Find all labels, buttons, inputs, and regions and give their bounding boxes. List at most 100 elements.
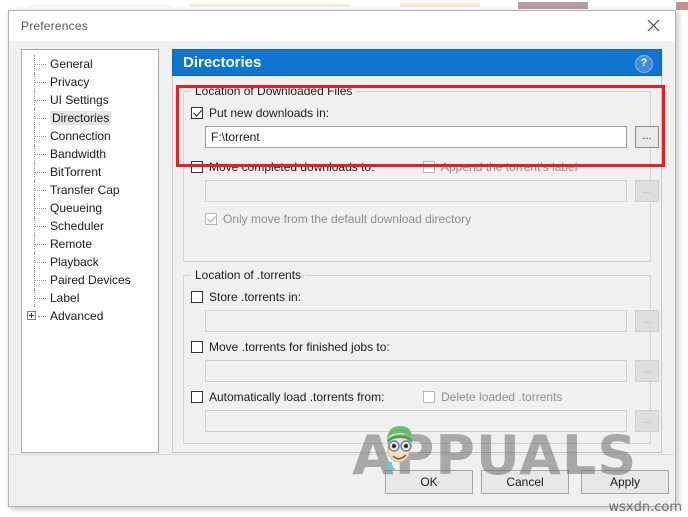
- sidebar-item-label: Playback: [50, 255, 99, 269]
- tree-connector: [34, 208, 46, 209]
- window-title: Preferences: [21, 19, 88, 33]
- tree-connector: [34, 298, 46, 299]
- checkbox-icon[interactable]: [191, 161, 203, 173]
- move-finished-path-input: [205, 360, 627, 382]
- sidebar-item-directories[interactable]: Directories: [22, 109, 158, 127]
- checkbox-move-completed-downloads[interactable]: Move completed downloads to:: [191, 160, 374, 174]
- sidebar-item-label: UI Settings: [50, 93, 109, 107]
- download-path-input[interactable]: F:\torrent: [205, 126, 627, 148]
- checkbox-only-move-default-dir: Only move from the default download dire…: [205, 212, 471, 226]
- sidebar-item-label: Directories: [50, 111, 112, 125]
- sidebar-item-label: Label: [50, 291, 80, 305]
- tree-connector: [34, 190, 46, 191]
- tree-connector: [34, 136, 46, 137]
- browse-move-finished-button: ...: [635, 360, 659, 382]
- sidebar-item-label: Queueing: [50, 201, 103, 215]
- sidebar-item-advanced[interactable]: Advanced: [22, 307, 158, 325]
- checkbox-icon[interactable]: [191, 291, 203, 303]
- dialog-button-bar: OK Cancel Apply: [9, 454, 675, 506]
- checkbox-auto-load-torrents[interactable]: Automatically load .torrents from:: [191, 390, 384, 404]
- move-completed-path-input: [205, 180, 627, 202]
- tree-connector: [34, 118, 46, 119]
- checkbox-label: Store .torrents in:: [209, 290, 302, 304]
- sidebar-item-queueing[interactable]: Queueing: [22, 199, 158, 217]
- cancel-button[interactable]: Cancel: [481, 470, 569, 494]
- store-torrents-path-input: [205, 310, 627, 332]
- browse-store-torrents-button: ...: [635, 310, 659, 332]
- browse-auto-load-button: ...: [635, 410, 659, 432]
- sidebar-item-ui-settings[interactable]: UI Settings: [22, 91, 158, 109]
- panel-content: Location of Downloaded Files Put new dow…: [172, 76, 662, 453]
- browse-download-path-button[interactable]: ...: [635, 126, 659, 148]
- background-streak: [30, 5, 170, 7]
- group-location-torrents: Location of .torrents Store .torrents in…: [183, 268, 659, 444]
- sidebar-item-general[interactable]: General: [22, 55, 158, 73]
- ok-button[interactable]: OK: [385, 470, 473, 494]
- checkbox-icon[interactable]: [191, 341, 203, 353]
- checkbox-label: Move completed downloads to:: [209, 160, 375, 174]
- tree-connector: [34, 64, 46, 65]
- checkbox-icon: [205, 213, 217, 225]
- close-icon[interactable]: [631, 11, 675, 40]
- checkbox-label: Put new downloads in:: [209, 106, 330, 120]
- checkbox-store-torrents-in[interactable]: Store .torrents in:: [191, 290, 301, 304]
- sidebar-item-remote[interactable]: Remote: [22, 235, 158, 253]
- expand-plus-icon[interactable]: [27, 311, 36, 320]
- tree-connector: [34, 172, 46, 173]
- settings-tree[interactable]: General Privacy UI Settings Directories: [21, 49, 159, 453]
- group-title-torrents: Location of .torrents: [191, 268, 306, 282]
- sidebar-item-label: General: [50, 57, 93, 71]
- divider: [10, 454, 674, 455]
- browse-move-completed-button: ...: [635, 180, 659, 202]
- page-title: Directories: [183, 54, 262, 71]
- auto-load-path-input: [205, 410, 627, 432]
- sidebar-item-label: Remote: [50, 237, 93, 251]
- sidebar-item-label: Privacy: [50, 75, 90, 89]
- checkbox-put-new-downloads-in[interactable]: Put new downloads in:: [191, 106, 329, 120]
- tree-connector: [34, 154, 46, 155]
- sidebar-item-label: Scheduler: [50, 219, 105, 233]
- tree-connector: [34, 244, 46, 245]
- sidebar-item-label: BitTorrent: [50, 165, 102, 179]
- group-location-downloaded-files: Location of Downloaded Files Put new dow…: [183, 84, 659, 262]
- checkbox-label: Only move from the default download dire…: [223, 212, 472, 226]
- sidebar-item-paired-devices[interactable]: Paired Devices: [22, 271, 158, 289]
- sidebar-item-bittorrent[interactable]: BitTorrent: [22, 163, 158, 181]
- checkbox-icon[interactable]: [191, 107, 203, 119]
- sidebar-item-label: Advanced: [50, 309, 104, 323]
- background-streak: [400, 3, 480, 7]
- tree-connector: [34, 82, 46, 83]
- preferences-dialog: Preferences General Privacy UI Settings …: [8, 10, 676, 507]
- sidebar-item-label: Paired Devices: [50, 273, 131, 287]
- tree-connector: [38, 316, 46, 317]
- sidebar-item-bandwidth[interactable]: Bandwidth: [22, 145, 158, 163]
- tree-connector: [34, 280, 46, 281]
- sidebar-item-privacy[interactable]: Privacy: [22, 73, 158, 91]
- panel-header: Directories ?: [172, 49, 662, 76]
- directories-panel: Directories ? Location of Downloaded Fil…: [172, 49, 662, 453]
- dialog-body: General Privacy UI Settings Directories: [9, 41, 675, 506]
- sidebar-item-label[interactable]: Label: [22, 289, 158, 307]
- checkbox-icon: [423, 391, 435, 403]
- sidebar-item-label: Transfer Cap: [50, 183, 120, 197]
- checkbox-label: Move .torrents for finished jobs to:: [209, 340, 390, 354]
- tree-connector: [34, 262, 46, 263]
- background-streak: [676, 2, 688, 10]
- sidebar-item-label: Connection: [50, 129, 111, 143]
- sidebar-item-label: Bandwidth: [50, 147, 107, 161]
- checkbox-move-torrents-finished[interactable]: Move .torrents for finished jobs to:: [191, 340, 390, 354]
- sidebar-item-playback[interactable]: Playback: [22, 253, 158, 271]
- checkbox-label: Automatically load .torrents from:: [209, 390, 385, 404]
- apply-button[interactable]: Apply: [581, 470, 669, 494]
- group-title-downloaded-files: Location of Downloaded Files: [191, 84, 357, 98]
- checkbox-icon: [423, 161, 435, 173]
- checkbox-delete-loaded-torrents: Delete loaded .torrents: [423, 390, 562, 404]
- sidebar-item-transfer-cap[interactable]: Transfer Cap: [22, 181, 158, 199]
- sidebar-item-scheduler[interactable]: Scheduler: [22, 217, 158, 235]
- background-streak: [190, 4, 350, 7]
- help-icon[interactable]: ?: [635, 55, 653, 73]
- checkbox-label: Delete loaded .torrents: [441, 390, 563, 404]
- checkbox-icon[interactable]: [191, 391, 203, 403]
- sidebar-item-connection[interactable]: Connection: [22, 127, 158, 145]
- background-streak: [518, 2, 588, 9]
